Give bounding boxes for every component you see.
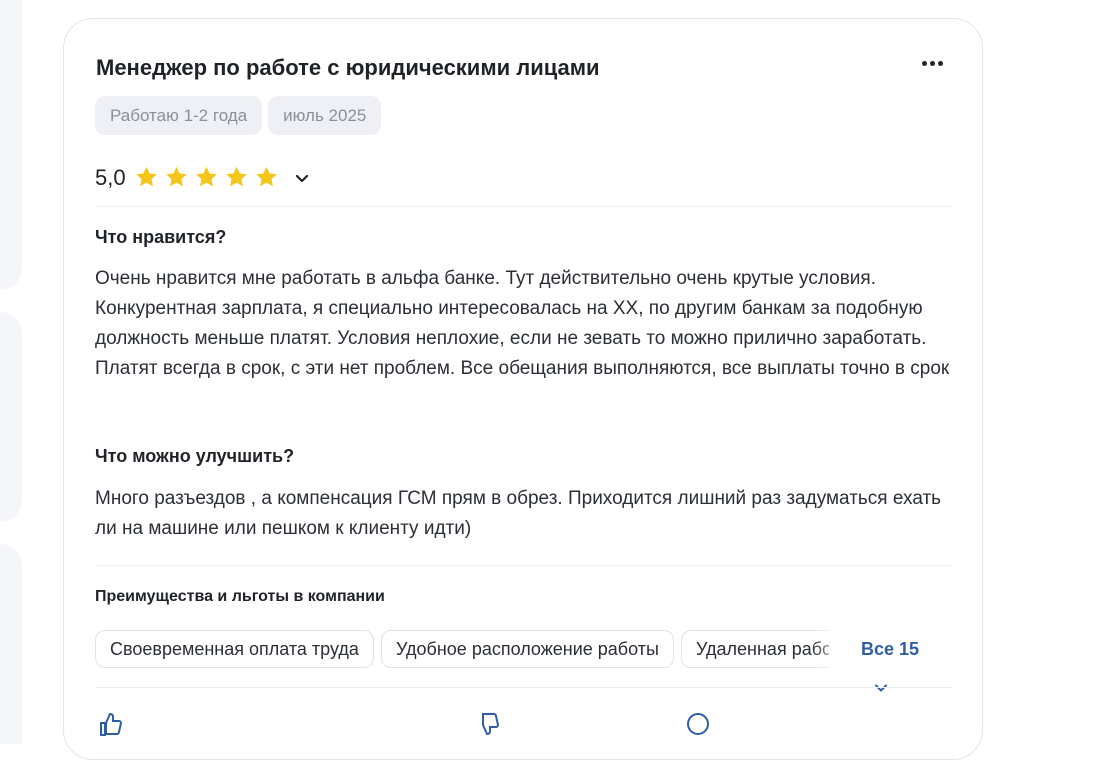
tag-experience: Работаю 1-2 года	[95, 96, 263, 135]
chevron-down-icon[interactable]	[290, 166, 314, 190]
more-options-button[interactable]	[920, 57, 950, 71]
sidebar-background	[0, 312, 22, 522]
dislike-icon[interactable]	[475, 711, 501, 737]
review-card: Менеджер по работе с юридическими лицами…	[63, 18, 983, 760]
more-icon	[922, 61, 927, 66]
sidebar-background	[0, 544, 22, 744]
star-icon	[162, 163, 192, 193]
star-icon	[192, 163, 222, 193]
benefits-heading: Преимущества и льготы в компании	[95, 588, 385, 605]
cons-heading: Что можно улучшить?	[95, 446, 295, 466]
star-icon	[252, 163, 282, 193]
pros-text: Очень нравится мне работать в альфа банк…	[95, 268, 950, 379]
divider	[95, 565, 952, 566]
divider	[95, 206, 952, 207]
star-icon	[222, 163, 252, 193]
benefits-list: Своевременная оплата труда Удобное распо…	[95, 630, 952, 692]
benefit-chip[interactable]: Удобное расположение работы	[381, 630, 674, 668]
review-tags: Работаю 1-2 года июль 2025	[95, 96, 382, 135]
divider	[95, 687, 952, 688]
benefit-chip[interactable]: Своевременная оплата труда	[95, 630, 374, 668]
cons-text: Много разъездов , а компенсация ГСМ прям…	[95, 488, 942, 539]
like-icon[interactable]	[98, 711, 124, 737]
rating-row: 5,0	[95, 163, 314, 193]
all-benefits-label: Все 15	[861, 639, 920, 659]
review-title: Менеджер по работе с юридическими лицами	[96, 55, 600, 80]
all-benefits-button[interactable]: Все 15	[829, 630, 952, 692]
star-icon	[132, 163, 162, 193]
rating-value: 5,0	[95, 165, 126, 190]
sidebar-background	[0, 0, 22, 290]
comment-icon[interactable]	[685, 711, 711, 737]
chevron-down-icon	[875, 684, 887, 692]
tag-date: июль 2025	[268, 96, 382, 135]
pros-heading: Что нравится?	[95, 227, 227, 247]
